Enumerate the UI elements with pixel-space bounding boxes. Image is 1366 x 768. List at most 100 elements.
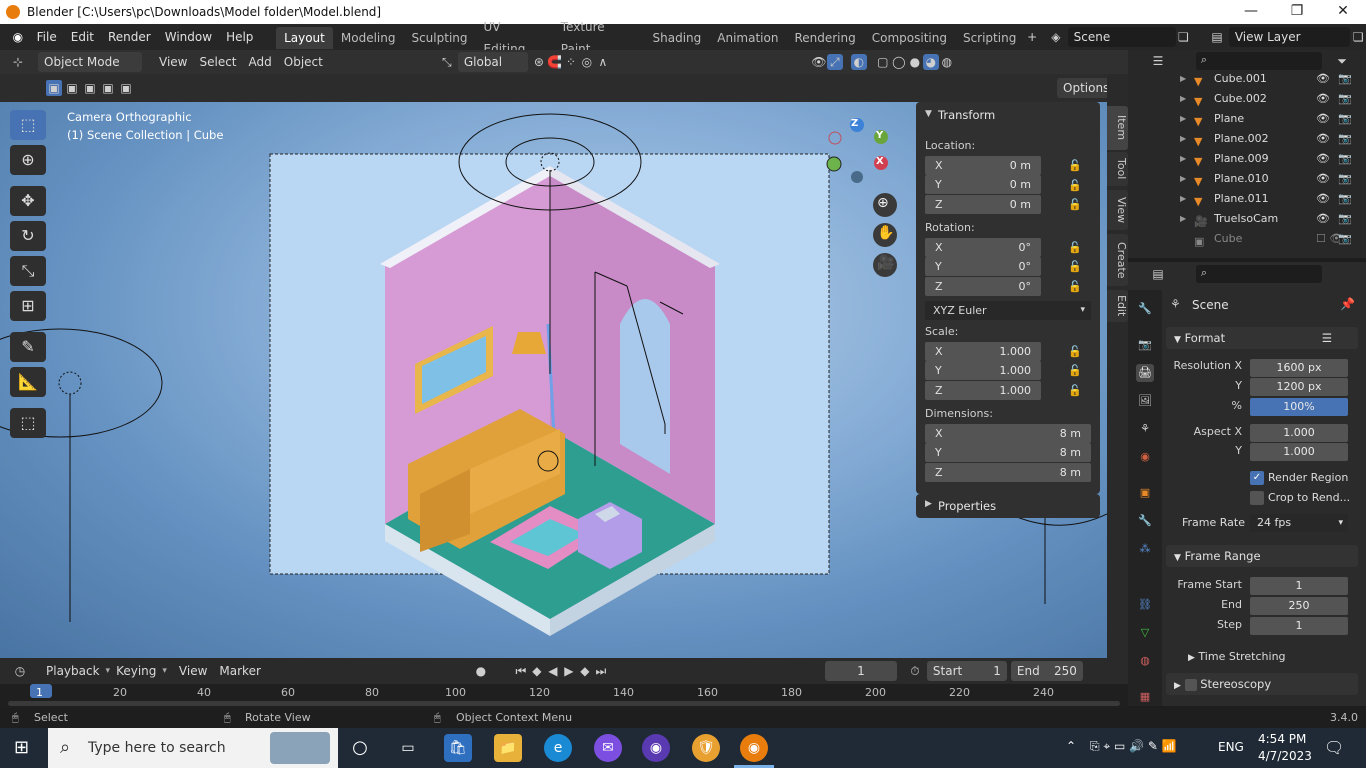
object-tab-icon[interactable]: ▣ — [1136, 484, 1154, 502]
cursor-tool-icon[interactable]: ⊕ — [10, 145, 46, 175]
select-extend-icon[interactable]: ▣ — [64, 80, 80, 96]
tab-edit[interactable]: Edit — [1107, 290, 1128, 322]
resolution-y-field[interactable]: 1200 px — [1250, 378, 1348, 396]
blender-menu-icon[interactable]: ◉ — [10, 29, 26, 45]
scale-z-field[interactable]: Z 1.000 — [925, 381, 1041, 400]
view-menu[interactable]: View — [153, 51, 193, 73]
select-intersect-icon[interactable]: ▣ — [118, 80, 134, 96]
select-subtract-icon[interactable]: ▣ — [82, 80, 98, 96]
next-keyframe-icon[interactable]: ◆ — [577, 663, 593, 679]
clock-date[interactable]: 4/7/2023 — [1258, 749, 1312, 763]
scene-icon[interactable]: ◈ — [1048, 29, 1064, 45]
tab-sculpting[interactable]: Sculpting — [403, 27, 475, 49]
outliner-row[interactable]: ▶ ▼ Plane 👁 📷 — [1128, 109, 1366, 129]
outliner-row[interactable]: ▶ 🎥 TrueIsoCam 👁 📷 — [1128, 209, 1366, 229]
media-app-icon[interactable]: ◉ — [642, 734, 670, 762]
current-frame-field[interactable]: 1 — [824, 661, 897, 681]
particles-tab-icon[interactable]: ⁂ — [1136, 540, 1154, 558]
rotate-tool-icon[interactable]: ↻ — [10, 221, 46, 251]
rendered-shading-icon[interactable]: ◍ — [939, 54, 955, 70]
lock-icon[interactable]: 🔓 — [1068, 198, 1082, 212]
lock-icon[interactable]: 🔓 — [1068, 260, 1082, 274]
dimensions-z-field[interactable]: Z8 m — [925, 463, 1091, 482]
new-view-layer-icon[interactable]: ❏ — [1350, 29, 1366, 45]
transform-orientation-icon[interactable]: ⤡ — [439, 54, 455, 70]
windows-start-icon[interactable]: ⊞ — [14, 737, 29, 758]
mode-dropdown[interactable]: Object Mode — [38, 52, 142, 72]
frame-range-section-header[interactable]: ▼ Frame Range — [1166, 545, 1358, 567]
marker-menu[interactable]: Marker — [213, 660, 266, 682]
world-tab-icon[interactable]: ◉ — [1136, 448, 1154, 466]
pan-hand-icon[interactable]: ✋ — [877, 225, 894, 241]
keying-menu[interactable]: Keying — [110, 660, 162, 682]
menu-file[interactable]: File — [30, 24, 64, 50]
outliner-row[interactable]: ▣ Cube ☐ 👁 📷 — [1128, 229, 1366, 249]
close-button[interactable]: ✕ — [1320, 0, 1366, 24]
maximize-button[interactable]: ❐ — [1274, 0, 1320, 24]
aspect-y-field[interactable]: 1.000 — [1250, 443, 1348, 461]
xray-icon[interactable]: ▢ — [875, 54, 891, 70]
location-z-field[interactable]: Z0 m — [925, 195, 1041, 214]
location-y-field[interactable]: Y0 m — [925, 175, 1041, 194]
file-explorer-icon[interactable]: 📁 — [494, 734, 522, 762]
measure-tool-icon[interactable]: 📐 — [10, 367, 46, 397]
tab-modeling[interactable]: Modeling — [333, 27, 404, 49]
start-frame-field[interactable]: Start 1 — [926, 661, 1007, 681]
timeline-view-menu[interactable]: View — [173, 660, 213, 682]
play-reverse-icon[interactable]: ◀ — [545, 663, 561, 679]
constraints-tab-icon[interactable]: ⛓ — [1136, 596, 1154, 614]
tab-view[interactable]: View — [1107, 190, 1128, 230]
stereoscopy-section-header[interactable]: ▶ Stereoscopy — [1166, 673, 1358, 695]
pin-icon[interactable]: 📌 — [1340, 297, 1355, 311]
add-menu[interactable]: Add — [243, 51, 278, 73]
outliner-row[interactable]: ▶ ▼ Plane.009 👁 📷 — [1128, 149, 1366, 169]
select-menu[interactable]: Select — [193, 51, 242, 73]
time-stretching-subpanel[interactable]: ▶ Time Stretching — [1180, 647, 1350, 667]
scene-selector[interactable]: Scene — [1067, 27, 1176, 47]
rotation-z-field[interactable]: Z 0° — [925, 277, 1041, 296]
lock-icon[interactable]: 🔓 — [1068, 345, 1082, 359]
notifications-icon[interactable]: 🗨 — [1324, 738, 1344, 757]
rotation-x-field[interactable]: X 0° — [925, 238, 1041, 257]
select-box-tool-icon[interactable]: ⬚ — [10, 110, 46, 140]
properties-subpanel-label[interactable]: Properties — [938, 499, 996, 513]
lock-icon[interactable]: 🔓 — [1068, 159, 1082, 173]
pivot-icon[interactable]: ⊛ — [531, 54, 547, 70]
render-region-checkbox[interactable]: ✓ — [1250, 471, 1264, 485]
scale-y-field[interactable]: Y 1.000 — [925, 361, 1041, 380]
dimensions-y-field[interactable]: Y8 m — [925, 443, 1091, 462]
scene-tab-icon[interactable]: ⚘ — [1136, 420, 1154, 438]
select-invert-icon[interactable]: ▣ — [100, 80, 116, 96]
texture-tab-icon[interactable]: ▦ — [1136, 688, 1154, 706]
taskbar-search-input[interactable]: ⌕ Type here to search — [48, 728, 338, 768]
timeline-editor-icon[interactable]: ◷ — [12, 663, 28, 679]
transform-tool-icon[interactable]: ⊞ — [10, 291, 46, 321]
outliner-row[interactable]: ▶ ▼ Cube.001 👁 📷 — [1128, 69, 1366, 89]
play-icon[interactable]: ▶ — [561, 663, 577, 679]
annotate-tool-icon[interactable]: ✎ — [10, 332, 46, 362]
lock-icon[interactable]: 🔓 — [1068, 280, 1082, 294]
tab-compositing[interactable]: Compositing — [864, 27, 955, 49]
tab-layout[interactable]: Layout — [276, 27, 333, 49]
location-x-field[interactable]: X0 m — [925, 156, 1041, 175]
vpn-icon[interactable]: 🛡 — [692, 734, 720, 762]
lock-icon[interactable]: 🔓 — [1068, 179, 1082, 193]
resolution-x-field[interactable]: 1600 px — [1250, 359, 1348, 377]
zoom-icon[interactable]: ⊕ — [877, 195, 889, 211]
overlays-icon[interactable]: ◐ — [850, 54, 867, 70]
end-frame-field[interactable]: End 250 — [1010, 661, 1083, 681]
filter-icon[interactable]: ⏷ — [1334, 53, 1350, 69]
edge-icon[interactable]: e — [544, 734, 572, 762]
outliner-editor-icon[interactable]: ☰ — [1150, 53, 1166, 69]
output-tab-icon[interactable]: 🖨 — [1136, 364, 1154, 382]
frame-end-field[interactable]: 250 — [1250, 597, 1348, 615]
falloff-icon[interactable]: ∧ — [595, 54, 611, 70]
select-box-mode-icon[interactable]: ▣ — [46, 80, 62, 96]
jump-end-icon[interactable]: ⏭ — [593, 663, 609, 679]
prev-keyframe-icon[interactable]: ◆ — [529, 663, 545, 679]
camera-view-icon[interactable]: 🎥 — [877, 255, 894, 271]
frame-start-field[interactable]: 1 — [1250, 577, 1348, 595]
properties-subpanel[interactable]: ▶ Properties — [916, 494, 1100, 518]
menu-render[interactable]: Render — [101, 24, 158, 50]
view-layer-tab-icon[interactable]: 🖼 — [1136, 392, 1154, 410]
